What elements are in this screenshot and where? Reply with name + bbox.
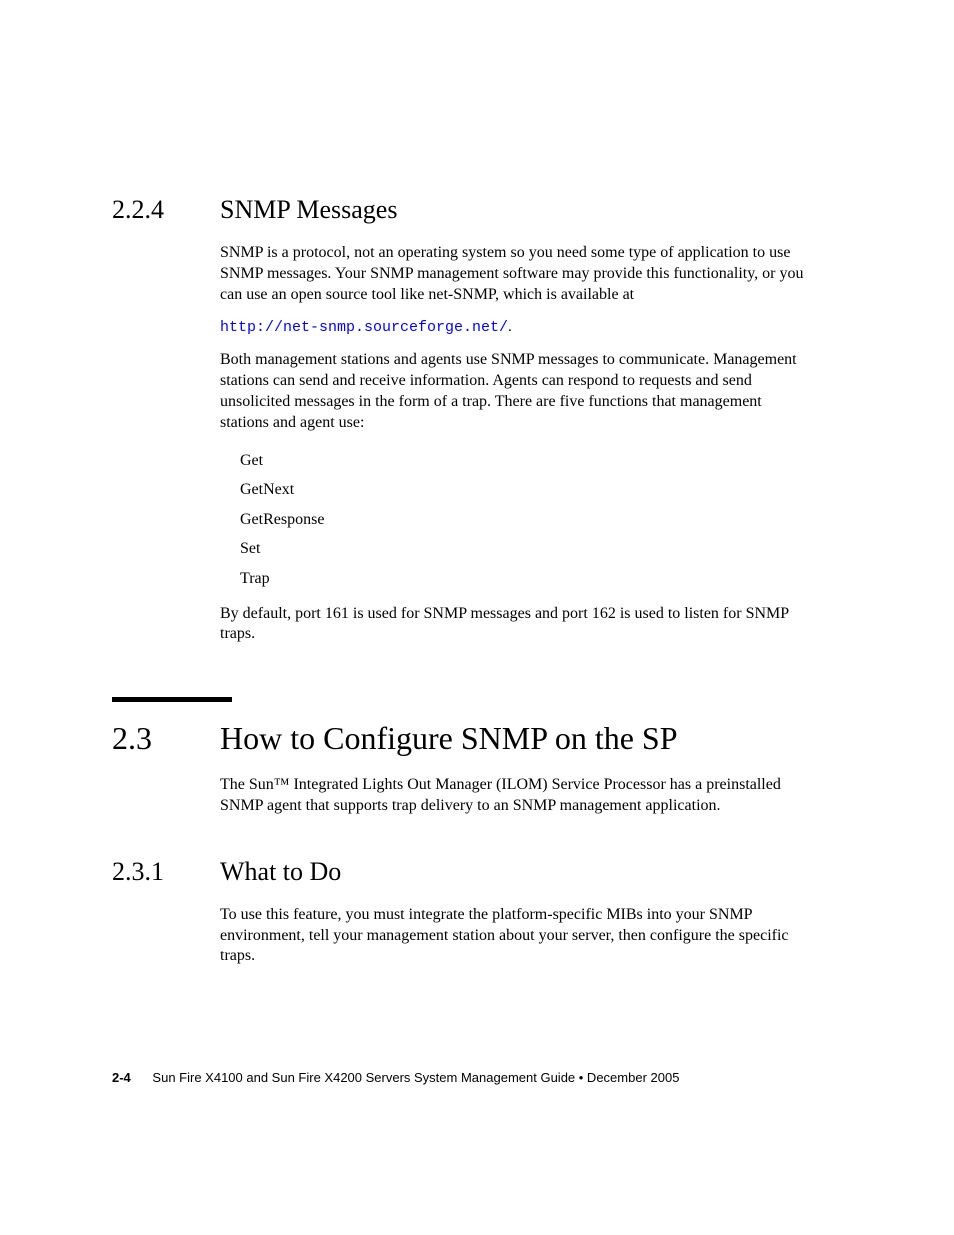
section-231-header: 2.3.1 What to Do	[112, 857, 804, 887]
page-footer: 2-4 Sun Fire X4100 and Sun Fire X4200 Se…	[112, 1070, 679, 1085]
list-item: GetNext	[240, 477, 804, 503]
link-line: http://net-snmp.sourceforge.net/.	[220, 319, 804, 336]
paragraph: The Sun™ Integrated Lights Out Manager (…	[220, 775, 804, 817]
list-item: Set	[240, 536, 804, 562]
section-number: 2.3.1	[112, 857, 220, 887]
page-number: 2-4	[112, 1070, 131, 1085]
list-item: Trap	[240, 566, 804, 592]
section-title: SNMP Messages	[220, 195, 397, 225]
function-list: Get GetNext GetResponse Set Trap	[240, 448, 804, 592]
footer-text: Sun Fire X4100 and Sun Fire X4200 Server…	[152, 1070, 679, 1085]
section-title: What to Do	[220, 857, 341, 887]
section-number: 2.2.4	[112, 195, 220, 225]
section-number: 2.3	[112, 720, 220, 757]
paragraph: Both management stations and agents use …	[220, 350, 804, 433]
paragraph: By default, port 161 is used for SNMP me…	[220, 604, 804, 646]
section-224-header: 2.2.4 SNMP Messages	[112, 195, 804, 225]
paragraph: SNMP is a protocol, not an operating sys…	[220, 243, 804, 305]
section-23: 2.3 How to Configure SNMP on the SP The …	[112, 697, 804, 817]
list-item: GetResponse	[240, 507, 804, 533]
section-title: How to Configure SNMP on the SP	[220, 720, 678, 757]
list-item: Get	[240, 448, 804, 474]
page-content: 2.2.4 SNMP Messages SNMP is a protocol, …	[0, 0, 954, 967]
section-231: 2.3.1 What to Do To use this feature, yo…	[112, 857, 804, 967]
paragraph: To use this feature, you must integrate …	[220, 905, 804, 967]
section-23-header: 2.3 How to Configure SNMP on the SP	[112, 720, 804, 757]
net-snmp-link[interactable]: http://net-snmp.sourceforge.net/	[220, 319, 508, 336]
section-rule	[112, 697, 232, 702]
